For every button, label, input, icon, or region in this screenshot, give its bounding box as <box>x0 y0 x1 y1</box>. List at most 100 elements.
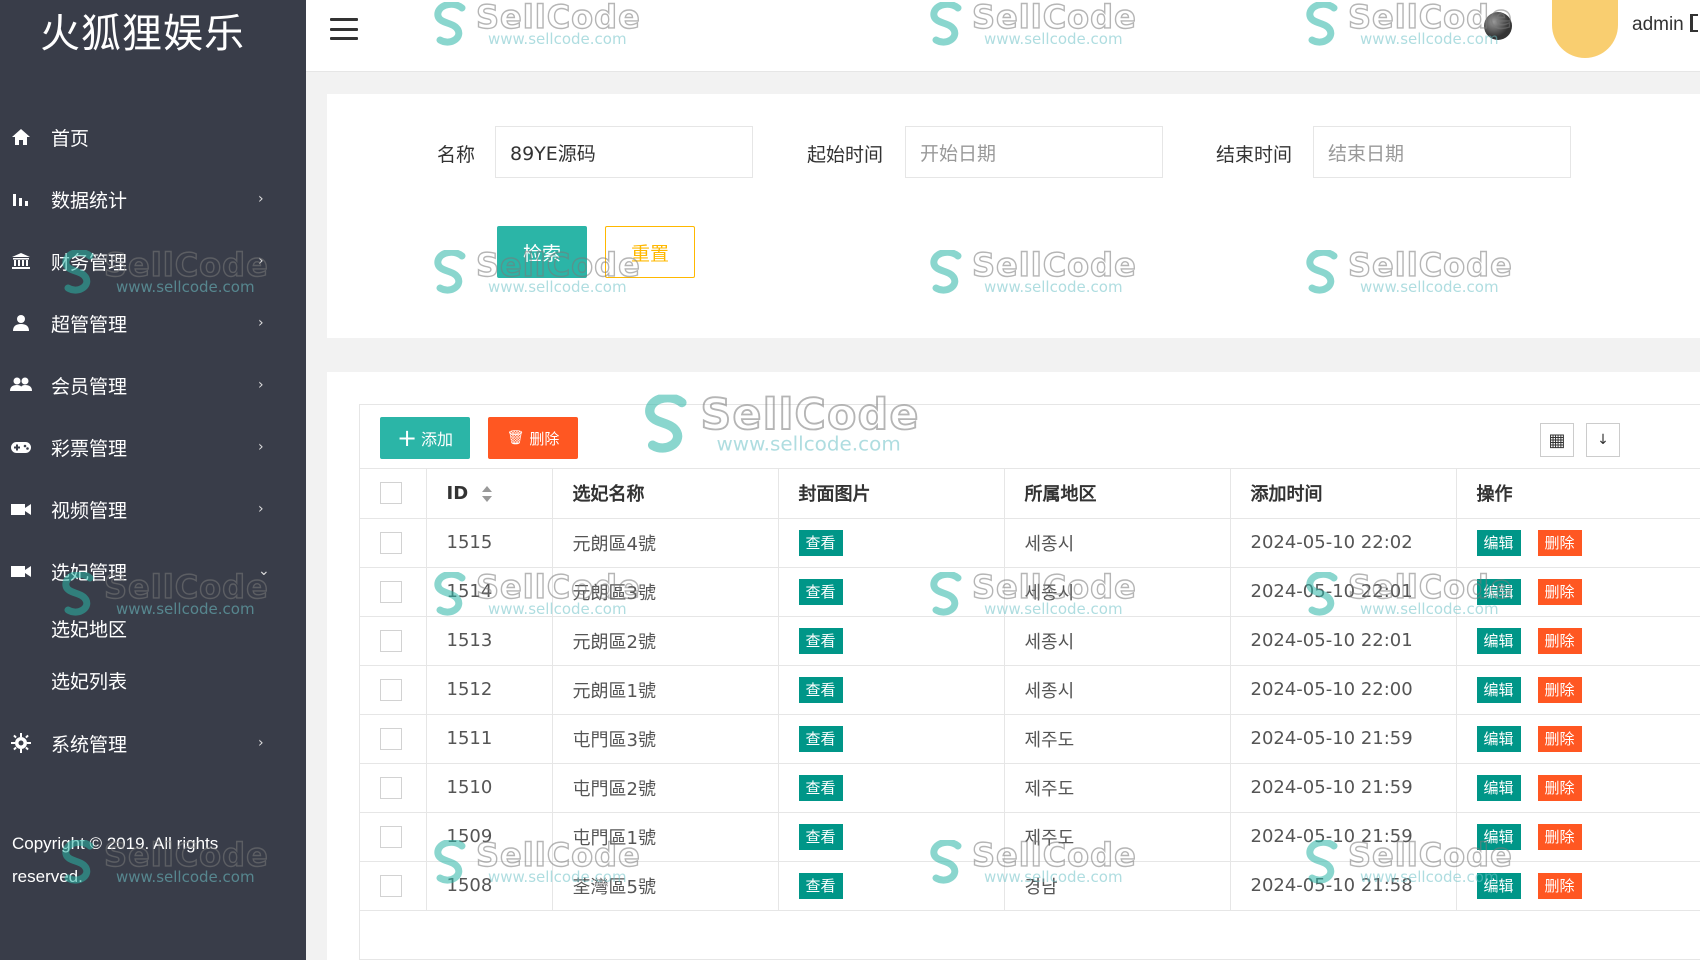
cell-region: 제주도 <box>1004 763 1231 813</box>
menu-toggle-icon[interactable] <box>330 18 358 40</box>
edit-button[interactable]: 编辑 <box>1476 872 1521 899</box>
cell-region: 경남 <box>1004 861 1231 911</box>
sidebar-item-lottery[interactable]: 彩票管理 › <box>0 416 306 478</box>
sidebar-subitem-consort-list[interactable]: 选妃列表 <box>0 654 306 706</box>
sidebar-item-members[interactable]: 会员管理 › <box>0 354 306 416</box>
search-button[interactable]: 检索 <box>497 226 587 278</box>
consort-table: ID 选妃名称 封面图片 所属地区 添加时间 操作 1515 元朗區4號 查看 세종시… <box>360 469 1700 911</box>
row-select-cell <box>360 567 427 617</box>
delete-button[interactable]: 删除 <box>1537 774 1582 801</box>
sidebar-item-consorts[interactable]: 选妃管理 ⌄ <box>0 540 306 602</box>
edit-button[interactable]: 编辑 <box>1476 529 1521 556</box>
row-checkbox[interactable] <box>380 874 402 897</box>
name-input[interactable]: 89YE源码 <box>495 126 753 178</box>
sidebar-item-system[interactable]: 系统管理 › <box>0 712 306 774</box>
cell-region: 세종시 <box>1004 567 1231 617</box>
sidebar-item-label: 数据统计 <box>51 189 128 212</box>
cell-region: 세종시 <box>1004 616 1231 666</box>
delete-button[interactable]: 删除 <box>1537 627 1582 654</box>
sidebar-item-label: 视频管理 <box>51 499 128 522</box>
edit-button[interactable]: 编辑 <box>1476 725 1521 752</box>
table-toolbar: + 添加 🗑 删除 ▦ ↓ <box>360 405 1700 469</box>
view-cover-button[interactable]: 查看 <box>798 578 843 605</box>
video-icon <box>10 560 32 582</box>
row-checkbox[interactable] <box>380 825 402 848</box>
cell-time: 2024-05-10 22:00 <box>1230 665 1457 715</box>
table-row: 1512 元朗區1號 查看 세종시 2024-05-10 22:00 编辑 删除 <box>360 665 1700 715</box>
cell-time: 2024-05-10 21:59 <box>1230 812 1457 862</box>
sidebar-item-label: 会员管理 <box>51 375 128 398</box>
trash-icon: 🗑 <box>506 430 525 446</box>
view-cover-button[interactable]: 查看 <box>798 627 843 654</box>
view-cover-button[interactable]: 查看 <box>798 774 843 801</box>
sidebar-item-label: 超管管理 <box>51 313 128 336</box>
start-date-input[interactable]: 开始日期 <box>905 126 1163 178</box>
delete-button[interactable]: 删除 <box>1537 872 1582 899</box>
chevron-right-icon: › <box>258 377 264 393</box>
view-cover-button[interactable]: 查看 <box>798 823 843 850</box>
cell-id: 1509 <box>426 812 553 862</box>
edit-button[interactable]: 编辑 <box>1476 627 1521 654</box>
name-field-label: 名称 <box>437 144 476 166</box>
home-icon <box>10 126 32 148</box>
table-row: 1511 屯門區3號 查看 제주도 2024-05-10 21:59 编辑 删除 <box>360 714 1700 764</box>
view-cover-button[interactable]: 查看 <box>798 725 843 752</box>
row-checkbox[interactable] <box>380 629 402 652</box>
sidebar-item-videos[interactable]: 视频管理 › <box>0 478 306 540</box>
sidebar-subitem-consort-regions[interactable]: 选妃地区 <box>0 602 306 654</box>
chevron-right-icon: › <box>258 191 264 207</box>
export-icon[interactable]: ↓ <box>1586 423 1620 457</box>
columns-filter-icon[interactable]: ▦ <box>1540 423 1574 457</box>
data-table-panel: + 添加 🗑 删除 ▦ ↓ ID 选妃名称 封面图片 所属地区 添加时间 操作 <box>327 372 1700 960</box>
delete-button[interactable]: 删除 <box>1537 578 1582 605</box>
cell-cover: 查看 <box>778 567 1005 617</box>
admin-username[interactable]: admin <box>1632 14 1684 36</box>
table-row: 1514 元朗區3號 查看 세종시 2024-05-10 22:01 编辑 删除 <box>360 567 1700 617</box>
row-select-cell <box>360 518 427 568</box>
sidebar-item-label: 财务管理 <box>51 251 128 274</box>
cell-name: 屯門區3號 <box>552 714 779 764</box>
add-button[interactable]: + 添加 <box>380 417 470 459</box>
row-checkbox[interactable] <box>380 531 402 554</box>
sidebar-item-home[interactable]: 首页 <box>0 106 306 168</box>
end-date-input[interactable]: 结束日期 <box>1313 126 1571 178</box>
cell-id: 1510 <box>426 763 553 813</box>
column-header-id[interactable]: ID <box>426 469 553 519</box>
row-select-cell <box>360 763 427 813</box>
table-body: 1515 元朗區4號 查看 세종시 2024-05-10 22:02 编辑 删除 1514 元朗… <box>360 518 1700 911</box>
row-checkbox[interactable] <box>380 776 402 799</box>
table-row: 1509 屯門區1號 查看 제주도 2024-05-10 21:59 编辑 删除 <box>360 812 1700 862</box>
reset-button[interactable]: 重置 <box>605 226 695 278</box>
edit-button[interactable]: 编辑 <box>1476 578 1521 605</box>
table-row: 1508 荃灣區5號 查看 경남 2024-05-10 21:58 编辑 删除 <box>360 861 1700 911</box>
cell-name: 荃灣區5號 <box>552 861 779 911</box>
cell-cover: 查看 <box>778 812 1005 862</box>
cell-cover: 查看 <box>778 861 1005 911</box>
delete-button[interactable]: 删除 <box>1537 725 1582 752</box>
avatar[interactable] <box>1484 12 1512 40</box>
view-cover-button[interactable]: 查看 <box>798 676 843 703</box>
cell-time: 2024-05-10 21:59 <box>1230 763 1457 813</box>
row-checkbox[interactable] <box>380 727 402 750</box>
delete-button[interactable]: 删除 <box>1537 823 1582 850</box>
edit-button[interactable]: 编辑 <box>1476 823 1521 850</box>
select-all-checkbox[interactable] <box>380 482 402 505</box>
edit-button[interactable]: 编辑 <box>1476 676 1521 703</box>
delete-button[interactable]: 删除 <box>1537 529 1582 556</box>
cell-name: 屯門區1號 <box>552 812 779 862</box>
row-checkbox[interactable] <box>380 580 402 603</box>
sidebar-item-label: 选妃管理 <box>51 561 128 584</box>
delete-button[interactable]: 删除 <box>1537 676 1582 703</box>
logout-bracket-icon[interactable] <box>1690 14 1698 32</box>
bulk-delete-button[interactable]: 🗑 删除 <box>488 417 578 459</box>
cell-cover: 查看 <box>778 616 1005 666</box>
sidebar-item-super-admin[interactable]: 超管管理 › <box>0 292 306 354</box>
sidebar-item-label: 系统管理 <box>51 733 128 756</box>
view-cover-button[interactable]: 查看 <box>798 872 843 899</box>
row-checkbox[interactable] <box>380 678 402 701</box>
sidebar-item-finance[interactable]: 财务管理 › <box>0 230 306 292</box>
view-cover-button[interactable]: 查看 <box>798 529 843 556</box>
sort-icon[interactable] <box>482 485 493 502</box>
edit-button[interactable]: 编辑 <box>1476 774 1521 801</box>
sidebar-item-statistics[interactable]: 数据统计 › <box>0 168 306 230</box>
